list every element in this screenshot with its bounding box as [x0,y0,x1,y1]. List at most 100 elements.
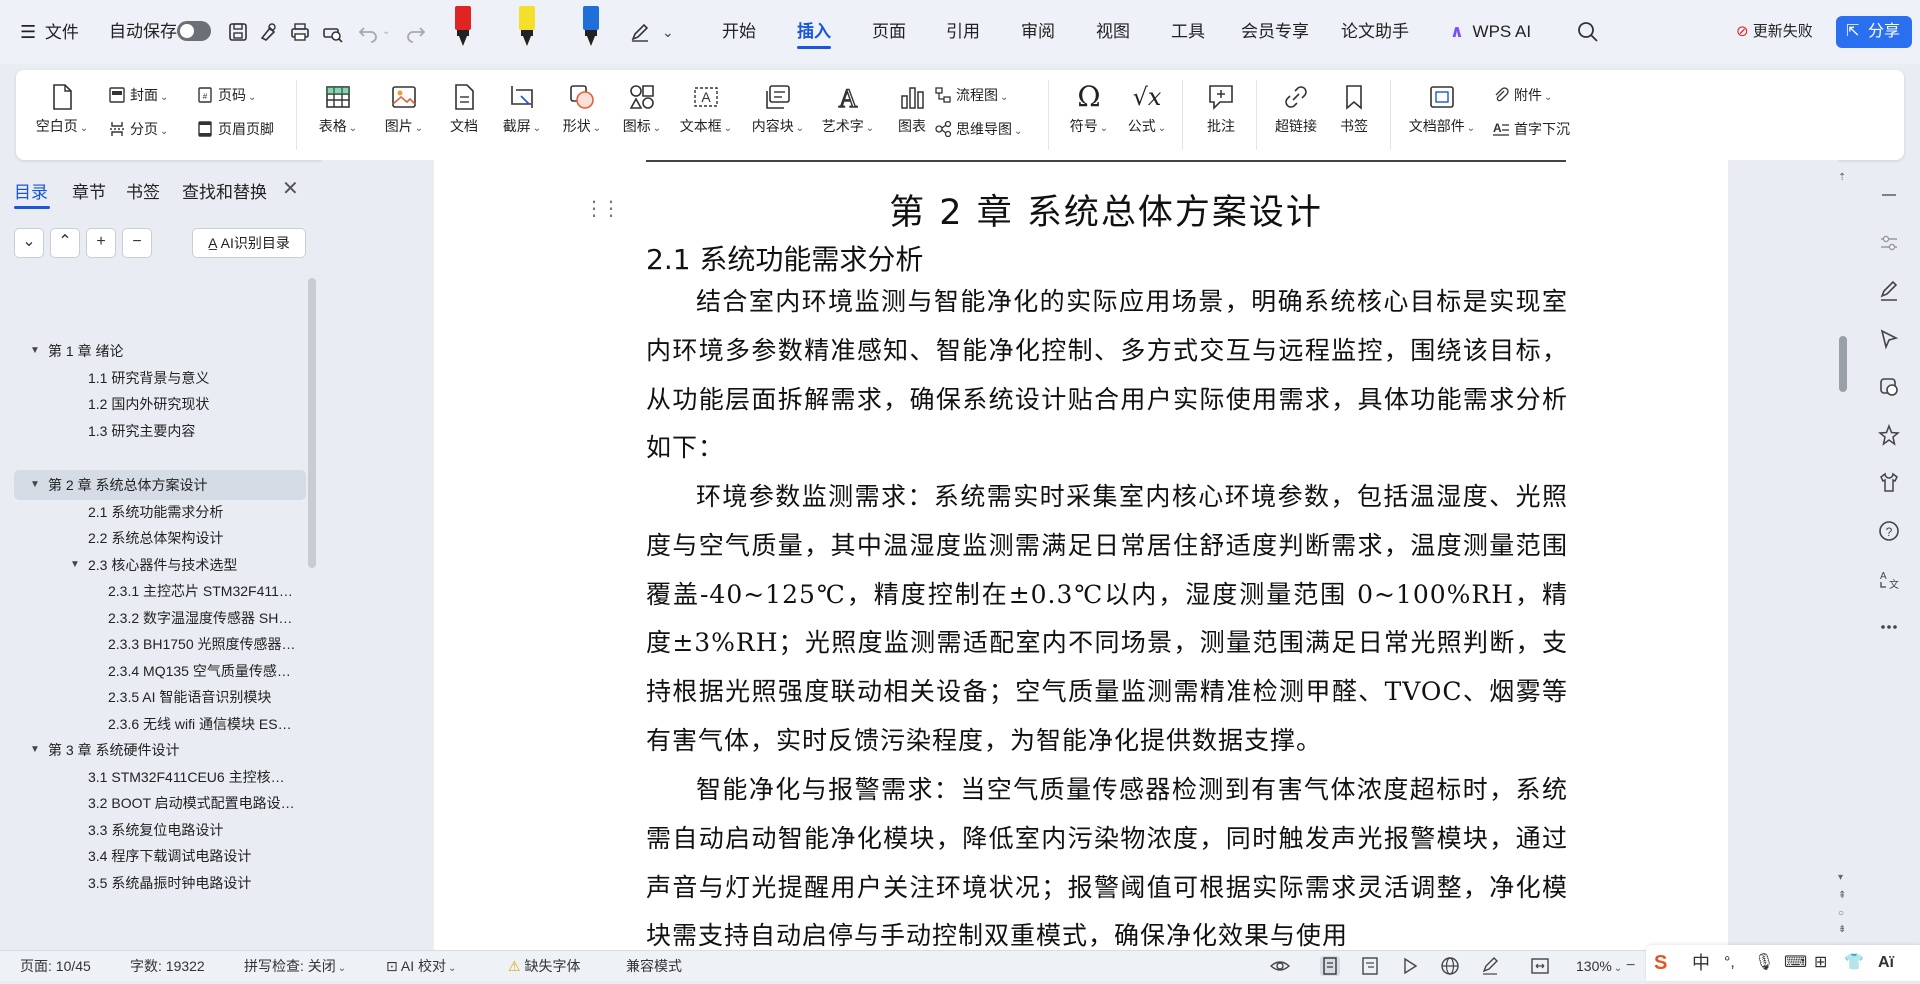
nav-tab-toc[interactable]: 目录 [14,178,48,203]
print-preview-icon[interactable] [320,20,344,44]
toc-item[interactable]: 2.3.1 主控芯片 STM32F411… [14,576,306,606]
search-icon[interactable] [1576,20,1600,44]
print-icon[interactable] [288,20,312,44]
chart-button[interactable]: 图表 [888,82,936,136]
spell-check-status[interactable]: 拼写检查: 关闭 ⌄ [244,951,346,981]
pen-dropdown-icon[interactable]: ⌄ [662,20,686,44]
toc-item[interactable]: 2.1 系统功能需求分析 [14,497,306,527]
hyperlink-button[interactable]: 超链接 [1268,82,1324,136]
shape-button[interactable]: 形状 ⌄ [556,82,608,136]
web-view-icon[interactable] [1440,956,1460,976]
expand-triangle-icon[interactable]: ▼ [30,735,40,765]
document-button[interactable]: 文档 [440,82,488,136]
toc-item[interactable]: 2.3.3 BH1750 光照度传感器… [14,629,306,659]
save-icon[interactable] [226,20,250,44]
red-pen-icon[interactable] [452,4,474,48]
section-break-button[interactable]: 分页 ⌄ [108,118,168,140]
undo-icon[interactable] [356,20,380,44]
ai-assistant-icon[interactable]: Aï [1878,951,1894,975]
picture-button[interactable]: 图片 ⌄ [378,82,430,136]
drag-handle-icon[interactable]: ⋮⋮ [584,196,621,221]
tab-view[interactable]: 视图 [1096,0,1130,64]
toc-item[interactable]: 2.3.6 无线 wifi 通信模块 ESP… [14,709,306,739]
document-page[interactable]: ⋮⋮ 第 2 章 系统总体方案设计 2.1 系统功能需求分析 结合室内环境监测与… [434,160,1728,950]
select-cursor-icon[interactable] [1874,324,1904,354]
symbol-button[interactable]: Ω 符号 ⌄ [1064,82,1114,136]
ime-language[interactable]: 中 [1692,951,1710,975]
toc-item[interactable]: 2.3.2 数字温湿度传感器 SHT… [14,603,306,633]
tab-reference[interactable]: 引用 [946,0,980,64]
microphone-icon[interactable]: 🎙 [1754,951,1774,975]
mindmap-button[interactable]: 思维导图 ⌄ [934,118,1022,140]
collapse-down-button[interactable]: ⌄ [14,228,44,258]
page-view-icon[interactable] [1320,956,1340,976]
nav-tab-chapters[interactable]: 章节 [72,178,106,203]
punctuation-icon[interactable]: °, [1724,951,1735,975]
close-nav-icon[interactable]: ✕ [282,176,299,201]
toc-item[interactable]: 3.5 系统晶振时钟电路设计 [14,868,306,898]
more-icon[interactable] [1874,612,1904,642]
wps-ai-button[interactable]: ∧ WPS AI [1450,0,1531,64]
write-mode-icon[interactable] [1480,956,1500,976]
formula-button[interactable]: √x 公式 ⌄ [1122,82,1172,136]
screenshot-button[interactable]: 截屏 ⌄ [496,82,548,136]
drop-cap-button[interactable]: A 首字下沉 [1492,118,1570,140]
wordart-button[interactable]: A 艺术字 ⌄ [818,82,878,136]
toc-item[interactable]: 3.4 程序下载调试电路设计 [14,841,306,871]
attachment-button[interactable]: 附件 ⌄ [1492,84,1552,106]
nav-scrollbar[interactable] [308,278,316,568]
select-browse-icon[interactable]: ○ [1838,908,1844,919]
file-menu[interactable]: ☰ 文件 [20,0,79,64]
add-heading-button[interactable]: + [86,228,116,258]
toc-chapter-item[interactable]: ▼ 第 2 章 系统总体方案设计 [14,470,306,500]
undo-dropdown-icon[interactable]: ⌄ [382,20,406,44]
word-count[interactable]: 字数: 19322 [130,951,205,981]
next-page-icon[interactable]: ⇟ [1838,924,1846,935]
eye-protect-icon[interactable] [1269,956,1291,976]
ai-toc-button[interactable]: A̲ AI识别目录 [192,228,306,258]
toc-item[interactable]: ▼ 2.3 核心器件与技术选型 [14,550,306,580]
flowchart-button[interactable]: 流程图 ⌄ [934,84,1008,106]
header-footer-button[interactable]: 页眉页脚 [196,118,274,140]
play-icon[interactable] [1400,956,1420,976]
toc-item[interactable]: 2.3.4 MQ135 空气质量传感… [14,656,306,686]
edit-pen-icon[interactable] [1874,276,1904,306]
tab-start[interactable]: 开始 [722,0,756,64]
tab-review[interactable]: 审阅 [1021,0,1055,64]
tab-tools[interactable]: 工具 [1171,0,1205,64]
ai-proofread-button[interactable]: ⊡ AI 校对 ⌄ [386,951,456,981]
toc-item[interactable]: 3.2 BOOT 启动模式配置电路设… [14,788,306,818]
shape-style-icon[interactable] [1874,372,1904,402]
shirt-skin-icon[interactable] [1874,468,1904,498]
zoom-level[interactable]: 130% ⌄ [1576,951,1622,981]
missing-font-warning[interactable]: ⚠ 缺失字体 [508,951,580,981]
scrollbar-thumb[interactable] [1839,336,1847,392]
translate-icon[interactable]: A文 [1874,564,1904,594]
outline-view-icon[interactable] [1360,956,1380,976]
bookmark-button[interactable]: 书签 [1332,82,1376,136]
page-number-button[interactable]: # 页码 ⌄ [196,84,256,106]
star-magic-icon[interactable] [1874,420,1904,450]
skin-icon[interactable]: 👕 [1844,951,1864,975]
format-painter-icon[interactable] [256,20,280,44]
toc-item[interactable]: 3.3 系统复位电路设计 [14,815,306,845]
zoom-out-button[interactable]: − [1626,951,1635,981]
blue-pen-icon[interactable] [580,4,602,48]
yellow-pen-icon[interactable] [516,4,538,48]
nav-tab-find-replace[interactable]: 查找和替换 [182,178,267,203]
fit-width-icon[interactable] [1530,956,1550,976]
tab-insert[interactable]: 插入 [797,0,831,64]
toc-chapter-item[interactable]: ▼ 第 1 章 绪论 [14,336,306,366]
scroll-top-icon[interactable]: ⇡ [1838,172,1846,183]
tab-member[interactable]: 会员专享 [1241,0,1309,64]
adjust-icon[interactable] [1874,228,1904,258]
keyboard-icon[interactable]: ⌨ [1784,951,1807,975]
scroll-down-icon[interactable]: ▾ [1838,872,1843,883]
textbox-button[interactable]: A 文本框 ⌄ [674,82,738,136]
help-icon[interactable]: ? [1874,516,1904,546]
collapse-up-button[interactable]: ⌃ [50,228,80,258]
toc-item[interactable]: 1.1 研究背景与意义 [14,363,306,393]
redo-icon[interactable] [404,20,428,44]
toc-item[interactable]: 3.1 STM32F411CEU6 主控核… [14,762,306,792]
expand-triangle-icon[interactable]: ▼ [70,550,80,580]
